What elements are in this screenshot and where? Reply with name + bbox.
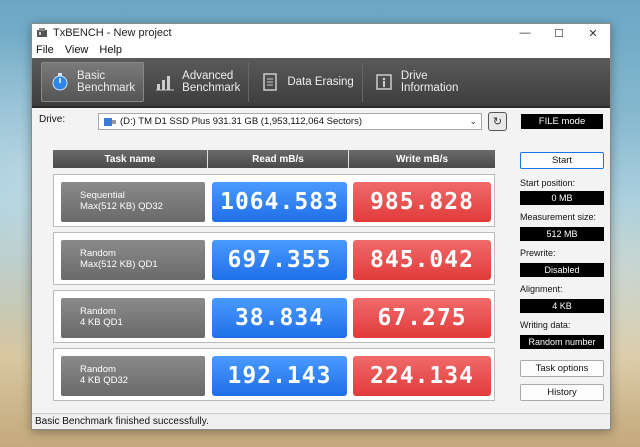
read-value: 192.143 [212, 356, 347, 396]
tab-label: Basic [77, 70, 106, 82]
write-value: 985.828 [353, 182, 491, 222]
prewrite-value: Disabled [520, 263, 604, 277]
minimize-button[interactable]: — [508, 24, 542, 42]
app-window: TxBENCH - New project — ☐ ✕ File View He… [31, 23, 611, 430]
tab-label: Benchmark [77, 82, 136, 94]
writing-data-value: Random number [520, 335, 604, 349]
info-icon [374, 72, 394, 92]
task-random-4kb-qd32-button[interactable]: Random 4 KB QD32 [61, 356, 205, 396]
task-line1: Random [80, 364, 116, 375]
app-icon [36, 27, 48, 39]
main-content: Drive: (D:) TM D1 SSD Plus 931.31 GB (1,… [32, 108, 610, 411]
measurement-size-value: 512 MB [520, 227, 604, 241]
file-mode-badge: FILE mode [521, 114, 603, 129]
write-value: 845.042 [353, 240, 491, 280]
task-line1: Sequential [80, 190, 125, 201]
maximize-button[interactable]: ☐ [542, 24, 576, 42]
tab-label: Benchmark [182, 82, 241, 94]
write-value: 67.275 [353, 298, 491, 338]
start-position-label: Start position: [520, 178, 576, 188]
table-row: Random Max(512 KB) QD1 697.355 845.042 [53, 232, 495, 285]
task-random-4kb-qd1-button[interactable]: Random 4 KB QD1 [61, 298, 205, 338]
tab-label: Information [400, 82, 459, 94]
tab-label: Data Erasing [287, 76, 354, 88]
table-row: Sequential Max(512 KB) QD32 1064.583 985.… [53, 174, 495, 227]
table-row: Random 4 KB QD1 38.834 67.275 [53, 290, 495, 343]
tab-data-erasing[interactable]: Data Erasing [252, 62, 363, 102]
toolbar: Basic Benchmark Advanced Benchmark Data Er… [32, 58, 610, 108]
task-random-qd1-button[interactable]: Random Max(512 KB) QD1 [61, 240, 205, 280]
read-value: 1064.583 [212, 182, 347, 222]
bar-chart-icon [155, 72, 175, 92]
close-button[interactable]: ✕ [576, 24, 610, 42]
task-line2: Max(512 KB) QD32 [80, 201, 163, 212]
refresh-button[interactable]: ↻ [488, 112, 507, 131]
task-sequential-qd32-button[interactable]: Sequential Max(512 KB) QD32 [61, 182, 205, 222]
task-line2: Max(512 KB) QD1 [80, 259, 158, 270]
drive-label: Drive: [39, 114, 66, 125]
task-line1: Random [80, 248, 116, 259]
menu-bar: File View Help [32, 42, 610, 58]
prewrite-label: Prewrite: [520, 248, 556, 258]
status-bar: Basic Benchmark finished successfully. [32, 413, 610, 429]
read-value: 38.834 [212, 298, 347, 338]
drive-select[interactable]: (D:) TM D1 SSD Plus 931.31 GB (1,953,112… [98, 113, 482, 130]
menu-help[interactable]: Help [99, 44, 122, 56]
refresh-icon: ↻ [492, 116, 503, 128]
measurement-size-label: Measurement size: [520, 212, 597, 222]
alignment-value: 4 KB [520, 299, 604, 313]
header-task-name: Task name [53, 150, 208, 168]
header-write: Write mB/s [349, 150, 495, 168]
tab-drive-information[interactable]: Drive Information [366, 62, 467, 102]
tab-basic-benchmark[interactable]: Basic Benchmark [41, 62, 145, 102]
task-options-button[interactable]: Task options [520, 360, 604, 377]
drive-icon [104, 117, 116, 127]
chevron-down-icon: ⌄ [469, 116, 477, 126]
drive-select-value: (D:) TM D1 SSD Plus 931.31 GB (1,953,112… [120, 116, 363, 127]
window-title: TxBENCH - New project [53, 27, 172, 39]
task-line2: 4 KB QD32 [80, 375, 129, 386]
tab-label: Drive [400, 70, 428, 82]
alignment-label: Alignment: [520, 284, 563, 294]
table-row: Random 4 KB QD32 192.143 224.134 [53, 348, 495, 401]
table-header: Task name Read mB/s Write mB/s [53, 150, 495, 168]
eraser-icon [260, 72, 280, 92]
start-position-value: 0 MB [520, 191, 604, 205]
read-value: 697.355 [212, 240, 347, 280]
history-button[interactable]: History [520, 384, 604, 401]
tab-advanced-benchmark[interactable]: Advanced Benchmark [147, 62, 250, 102]
task-line2: 4 KB QD1 [80, 317, 123, 328]
tab-label: Advanced [182, 70, 234, 82]
start-button[interactable]: Start [520, 152, 604, 169]
stopwatch-icon [50, 72, 70, 92]
task-line1: Random [80, 306, 116, 317]
menu-file[interactable]: File [36, 44, 54, 56]
menu-view[interactable]: View [65, 44, 89, 56]
writing-data-label: Writing data: [520, 320, 571, 330]
write-value: 224.134 [353, 356, 491, 396]
header-read: Read mB/s [208, 150, 349, 168]
title-bar: TxBENCH - New project — ☐ ✕ [32, 24, 610, 42]
